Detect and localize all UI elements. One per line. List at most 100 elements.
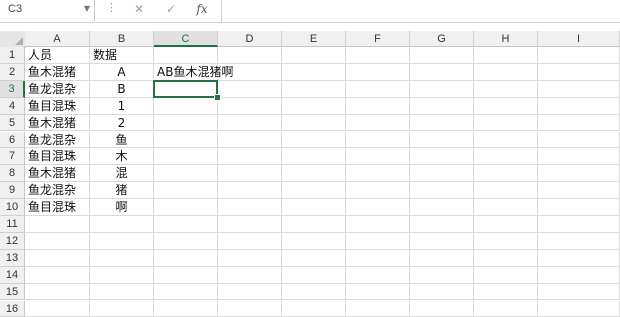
cell-g7[interactable]: [410, 148, 474, 165]
cell-a4[interactable]: 鱼目混珠: [25, 98, 90, 115]
cell-a8[interactable]: 鱼木混猪: [25, 165, 90, 182]
cell-h7[interactable]: [474, 148, 538, 165]
cell-g12[interactable]: [410, 233, 474, 250]
column-header-a[interactable]: A: [25, 31, 90, 47]
cell-f3[interactable]: [346, 81, 410, 98]
cell-e6[interactable]: [282, 132, 346, 149]
fill-handle[interactable]: [214, 94, 221, 101]
cell-f5[interactable]: [346, 115, 410, 132]
cell-a6[interactable]: 鱼龙混杂: [25, 132, 90, 149]
cell-b14[interactable]: [90, 267, 154, 284]
cell-i8[interactable]: [538, 165, 620, 182]
cell-i4[interactable]: [538, 98, 620, 115]
cell-b4[interactable]: 1: [90, 98, 154, 115]
cell-f7[interactable]: [346, 148, 410, 165]
cell-d14[interactable]: [218, 267, 282, 284]
cell-g14[interactable]: [410, 267, 474, 284]
enter-icon[interactable]: ✓: [163, 2, 179, 16]
cell-a11[interactable]: [25, 216, 90, 233]
cell-b9[interactable]: 猪: [90, 182, 154, 199]
cell-c13[interactable]: [154, 250, 218, 267]
formula-input[interactable]: [222, 0, 620, 21]
cell-a12[interactable]: [25, 233, 90, 250]
cell-h4[interactable]: [474, 98, 538, 115]
cell-a15[interactable]: [25, 284, 90, 301]
cell-b11[interactable]: [90, 216, 154, 233]
cell-d4[interactable]: [218, 98, 282, 115]
cell-a9[interactable]: 鱼龙混杂: [25, 182, 90, 199]
cell-e14[interactable]: [282, 267, 346, 284]
cell-a3[interactable]: 鱼龙混杂: [25, 81, 90, 98]
cell-f14[interactable]: [346, 267, 410, 284]
cell-a2[interactable]: 鱼木混猪: [25, 64, 90, 81]
cell-b7[interactable]: 木: [90, 148, 154, 165]
cell-b8[interactable]: 混: [90, 165, 154, 182]
column-header-h[interactable]: H: [474, 31, 538, 47]
cell-b5[interactable]: 2: [90, 115, 154, 132]
cell-f4[interactable]: [346, 98, 410, 115]
row-header-11[interactable]: 11: [0, 216, 25, 233]
name-box[interactable]: C3 ▼: [0, 0, 95, 21]
row-header-8[interactable]: 8: [0, 165, 25, 182]
cell-i11[interactable]: [538, 216, 620, 233]
cell-c7[interactable]: [154, 148, 218, 165]
cell-i9[interactable]: [538, 182, 620, 199]
cell-e4[interactable]: [282, 98, 346, 115]
cell-d9[interactable]: [218, 182, 282, 199]
cell-i3[interactable]: [538, 81, 620, 98]
cell-b6[interactable]: 鱼: [90, 132, 154, 149]
row-header-2[interactable]: 2: [0, 64, 25, 81]
cell-i7[interactable]: [538, 148, 620, 165]
chevron-down-icon[interactable]: ▼: [84, 4, 90, 13]
cell-h5[interactable]: [474, 115, 538, 132]
cell-d1[interactable]: [218, 47, 282, 64]
cell-a14[interactable]: [25, 267, 90, 284]
cell-e3[interactable]: [282, 81, 346, 98]
cell-e15[interactable]: [282, 284, 346, 301]
cell-e8[interactable]: [282, 165, 346, 182]
cell-e13[interactable]: [282, 250, 346, 267]
cell-d6[interactable]: [218, 132, 282, 149]
cell-g11[interactable]: [410, 216, 474, 233]
column-header-e[interactable]: E: [282, 31, 346, 47]
cell-h1[interactable]: [474, 47, 538, 64]
cell-i14[interactable]: [538, 267, 620, 284]
row-header-10[interactable]: 10: [0, 199, 25, 216]
cell-i15[interactable]: [538, 284, 620, 301]
cell-d10[interactable]: [218, 199, 282, 216]
cell-f1[interactable]: [346, 47, 410, 64]
cell-c9[interactable]: [154, 182, 218, 199]
cell-g4[interactable]: [410, 98, 474, 115]
cell-h11[interactable]: [474, 216, 538, 233]
cell-g15[interactable]: [410, 284, 474, 301]
cell-c11[interactable]: [154, 216, 218, 233]
cell-d7[interactable]: [218, 148, 282, 165]
row-header-4[interactable]: 4: [0, 98, 25, 115]
cell-d5[interactable]: [218, 115, 282, 132]
cell-a13[interactable]: [25, 250, 90, 267]
cell-e5[interactable]: [282, 115, 346, 132]
column-header-d[interactable]: D: [218, 31, 282, 47]
cell-a10[interactable]: 鱼目混珠: [25, 199, 90, 216]
row-header-1[interactable]: 1: [0, 47, 25, 64]
cancel-icon[interactable]: ✕: [131, 2, 147, 16]
cell-f6[interactable]: [346, 132, 410, 149]
cell-h3[interactable]: [474, 81, 538, 98]
cell-f10[interactable]: [346, 199, 410, 216]
cell-i6[interactable]: [538, 132, 620, 149]
cell-e9[interactable]: [282, 182, 346, 199]
cell-h15[interactable]: [474, 284, 538, 301]
row-header-7[interactable]: 7: [0, 148, 25, 165]
cell-g2[interactable]: [410, 64, 474, 81]
cell-e1[interactable]: [282, 47, 346, 64]
cell-f12[interactable]: [346, 233, 410, 250]
cell-f11[interactable]: [346, 216, 410, 233]
select-all-corner[interactable]: [0, 31, 26, 48]
cell-d3[interactable]: [218, 81, 282, 98]
cell-f8[interactable]: [346, 165, 410, 182]
cell-e7[interactable]: [282, 148, 346, 165]
row-header-14[interactable]: 14: [0, 267, 25, 284]
cell-i5[interactable]: [538, 115, 620, 132]
cell-i2[interactable]: [538, 64, 620, 81]
column-header-g[interactable]: G: [410, 31, 474, 47]
